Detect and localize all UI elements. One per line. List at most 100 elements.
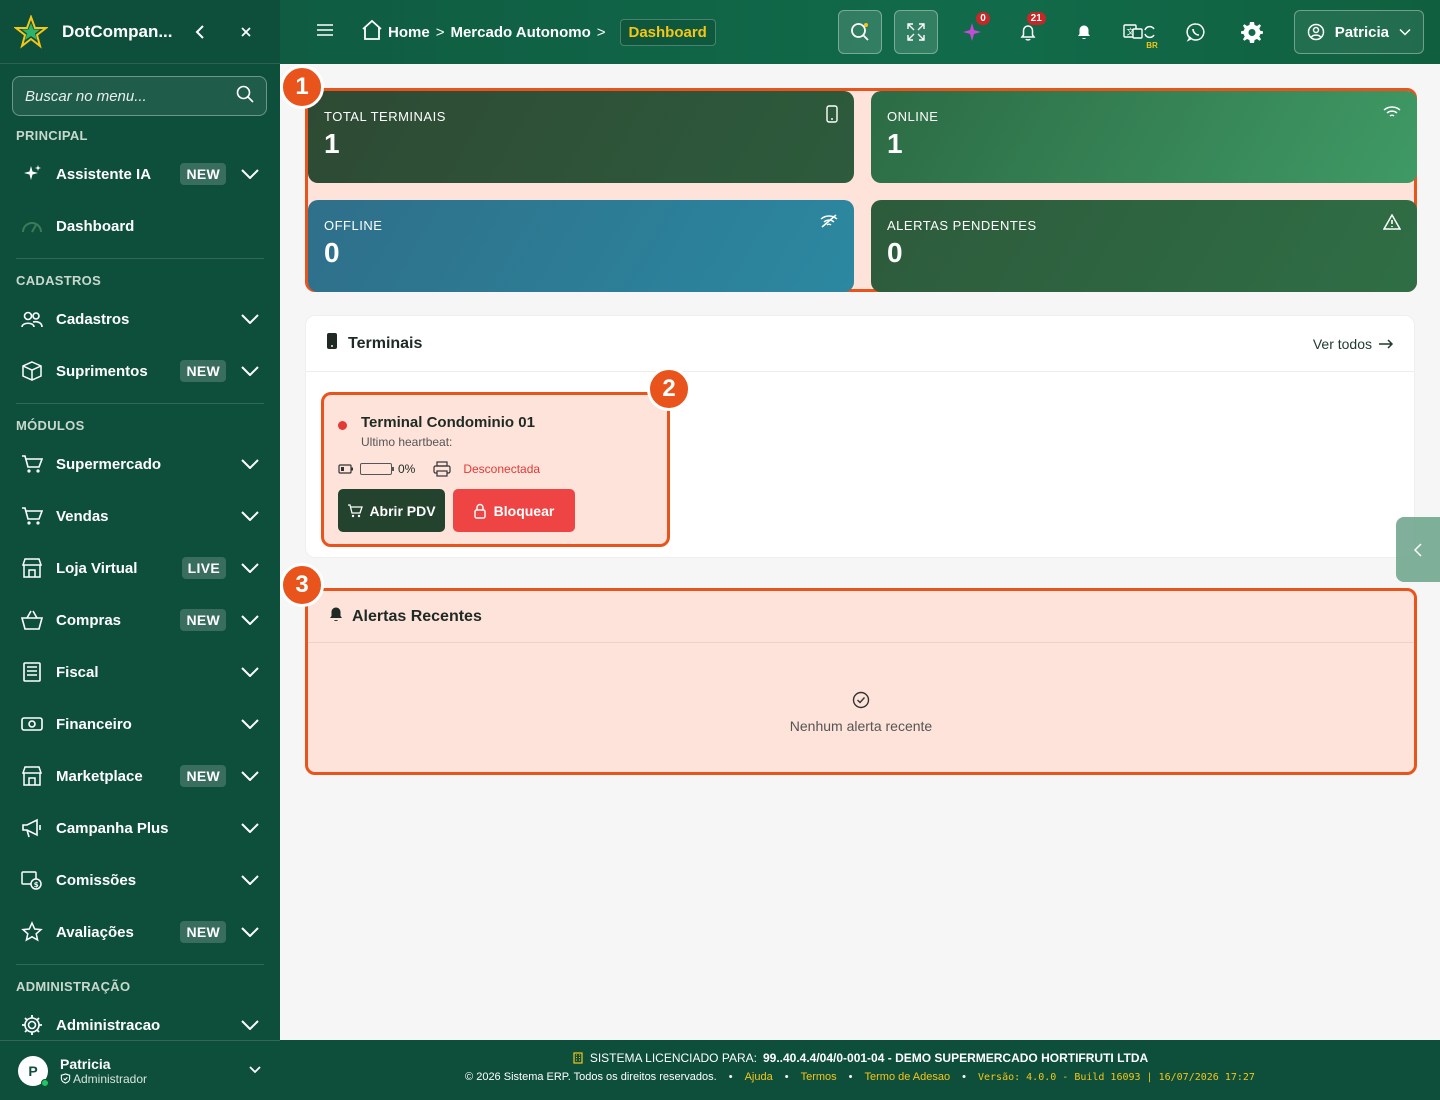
whatsapp-icon: [1186, 23, 1205, 42]
chevron-down-icon[interactable]: [240, 823, 260, 833]
chevron-down-icon[interactable]: [240, 667, 260, 677]
search-icon[interactable]: [236, 85, 254, 108]
lock-terminal-button[interactable]: Bloquear: [453, 489, 575, 532]
cart-icon: [348, 503, 364, 517]
side-panel-toggle[interactable]: [1396, 517, 1440, 582]
breadcrumb-home[interactable]: Home: [388, 24, 430, 41]
notifications-button[interactable]: 21: [1006, 10, 1050, 54]
sidebar-item-vendas[interactable]: Vendas: [0, 490, 280, 542]
bell-filled-icon: [328, 605, 344, 628]
basket-icon: [20, 608, 44, 632]
stat-label: ONLINE: [887, 109, 939, 124]
user-menu-button[interactable]: Patricia: [1293, 10, 1424, 54]
sidebar-item-marketplace[interactable]: Marketplace NEW: [0, 750, 280, 802]
status-dot-icon: [338, 421, 347, 430]
sidebar-item-compras[interactable]: Compras NEW: [0, 594, 280, 646]
sidebar-item-assistente-ia[interactable]: Assistente IA NEW: [0, 148, 280, 200]
sidebar-item-label: Suprimentos: [56, 362, 148, 380]
chevron-down-icon[interactable]: [240, 719, 260, 729]
commission-icon: $: [20, 868, 44, 892]
stat-label: ALERTAS PENDENTES: [887, 218, 1037, 233]
menu-search-input[interactable]: [25, 87, 225, 105]
sidebar-item-label: Assistente IA: [56, 165, 152, 183]
close-sidebar-button[interactable]: [234, 20, 258, 44]
footer-link-termos[interactable]: Termos: [801, 1071, 837, 1083]
terminals-title: Terminais: [348, 334, 423, 352]
menu-section-title: PRINCIPAL: [16, 128, 88, 143]
terminal-status: 0% Desconectada: [338, 461, 653, 477]
chevron-down-icon[interactable]: [240, 563, 260, 573]
sidebar-menu: PRINCIPAL Assistente IA NEW Dashboard CA…: [0, 122, 280, 1051]
annotation-marker-2: 2: [647, 367, 691, 411]
see-all-link[interactable]: Ver todos: [1313, 336, 1394, 352]
sidebar-item-label: Fiscal: [56, 663, 99, 681]
stat-offline[interactable]: OFFLINE 0: [308, 200, 854, 292]
terminal-heartbeat: Ultimo heartbeat:: [361, 435, 453, 449]
notifications-count-badge: 21: [1026, 12, 1046, 25]
sidebar-user[interactable]: P Patricia Administrador: [0, 1040, 280, 1100]
chevron-down-icon[interactable]: [240, 459, 260, 469]
chevron-down-icon[interactable]: [240, 927, 260, 937]
sidebar-item-dashboard[interactable]: Dashboard: [0, 200, 280, 252]
footer-link-termo-adesao[interactable]: Termo de Adesao: [865, 1071, 951, 1083]
sidebar-item-supermercado[interactable]: Supermercado: [0, 438, 280, 490]
chevron-down-icon[interactable]: [240, 366, 260, 376]
stat-total-terminais[interactable]: TOTAL TERMINAIS 1: [308, 91, 854, 183]
sidebar-item-fiscal[interactable]: Fiscal: [0, 646, 280, 698]
alerts-bell-button[interactable]: [1062, 10, 1106, 54]
breadcrumb-separator: >: [596, 23, 606, 41]
user-menu-name: Patricia: [1334, 23, 1389, 41]
chevron-left-icon: [1413, 542, 1422, 557]
global-search-button[interactable]: [837, 10, 882, 54]
expand-icon: [907, 23, 925, 41]
sidebar-item-financeiro[interactable]: Financeiro: [0, 698, 280, 750]
fullscreen-button[interactable]: [893, 10, 938, 54]
gauge-icon: [20, 214, 44, 238]
sidebar-item-suprimentos[interactable]: Suprimentos NEW: [0, 345, 280, 397]
chevron-down-icon[interactable]: [240, 511, 260, 521]
sidebar-item-label: Dashboard: [56, 217, 135, 235]
printer-status: Desconectada: [463, 462, 541, 476]
gear-icon: [20, 1013, 44, 1037]
open-pdv-button[interactable]: Abrir PDV: [338, 489, 445, 532]
check-circle-icon: [308, 691, 1414, 712]
menu-divider: [16, 964, 264, 965]
chevron-down-icon[interactable]: [240, 169, 260, 179]
menu-toggle-icon[interactable]: [316, 23, 336, 42]
stat-value: 0: [324, 237, 340, 268]
sidebar-item-comissoes[interactable]: $ Comissões: [0, 854, 280, 906]
sidebar-item-campanha-plus[interactable]: Campanha Plus: [0, 802, 280, 854]
alerts-empty-state: Nenhum alerta recente: [308, 691, 1414, 734]
ai-count-badge: 0: [976, 12, 990, 25]
chevron-down-icon[interactable]: [240, 314, 260, 324]
gear-icon: [1240, 22, 1263, 43]
chevron-down-icon[interactable]: [240, 875, 260, 885]
chevron-down-icon[interactable]: [248, 1062, 262, 1080]
collapse-sidebar-button[interactable]: [188, 20, 212, 44]
chevron-down-icon[interactable]: [240, 615, 260, 625]
home-icon[interactable]: [360, 18, 384, 46]
menu-divider: [16, 403, 264, 404]
sidebar-item-label: Compras: [56, 611, 122, 629]
sidebar-item-loja-virtual[interactable]: Loja Virtual LIVE: [0, 542, 280, 594]
footer-link-ajuda[interactable]: Ajuda: [745, 1071, 773, 1083]
sidebar-item-label: Campanha Plus: [56, 819, 169, 837]
annotation-marker-1: 1: [280, 65, 324, 109]
sidebar-item-avaliacoes[interactable]: Avaliações NEW: [0, 906, 280, 958]
brand: DotCompan...: [0, 0, 280, 64]
breadcrumb-mercado[interactable]: Mercado Autonomo: [450, 24, 590, 41]
sidebar-item-cadastros[interactable]: Cadastros: [0, 293, 280, 345]
settings-button[interactable]: [1230, 10, 1274, 54]
arrow-right-icon: [1379, 338, 1394, 349]
menu-section-title: ADMINISTRAÇÃO: [16, 979, 131, 994]
ai-assistant-button[interactable]: 0: [950, 10, 994, 54]
chevron-down-icon[interactable]: [240, 771, 260, 781]
menu-badge: NEW: [180, 765, 226, 787]
whatsapp-button[interactable]: [1174, 10, 1218, 54]
stat-alertas-pendentes[interactable]: ALERTAS PENDENTES 0: [871, 200, 1417, 292]
stat-online[interactable]: ONLINE 1: [871, 91, 1417, 183]
alerts-empty-text: Nenhum alerta recente: [789, 718, 933, 734]
sidebar-item-label: Supermercado: [56, 455, 162, 473]
chevron-down-icon[interactable]: [240, 1020, 260, 1030]
language-button[interactable]: 文 BR: [1118, 10, 1162, 54]
